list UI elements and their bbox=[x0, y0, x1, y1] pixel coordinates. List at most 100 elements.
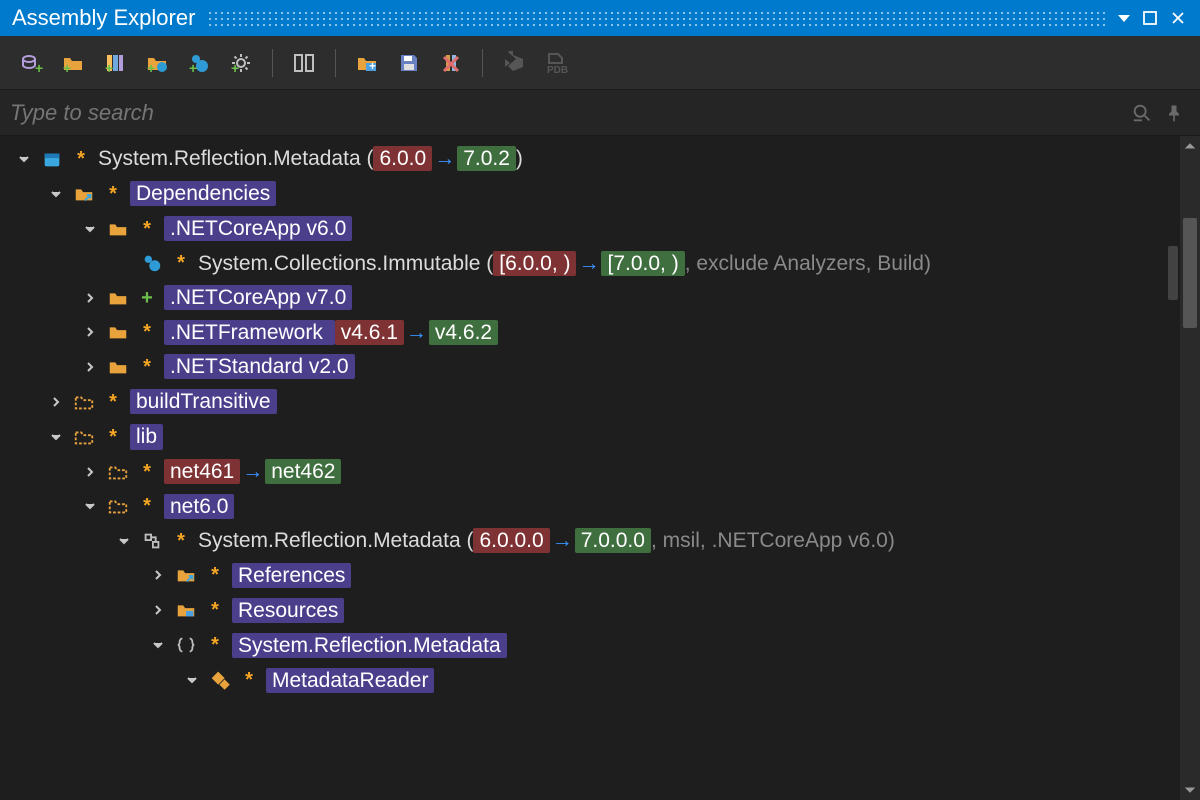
vertical-scrollbar[interactable] bbox=[1180, 136, 1200, 800]
search-input[interactable] bbox=[10, 100, 1126, 126]
tree-row-dependencies[interactable]: * Dependencies bbox=[4, 176, 1200, 211]
modified-mark-icon: * bbox=[138, 461, 156, 483]
modified-mark-icon: * bbox=[104, 183, 122, 205]
open-package-stack-button[interactable]: + bbox=[98, 46, 132, 80]
chevron-down-icon[interactable] bbox=[82, 498, 98, 514]
chevron-right-icon[interactable] bbox=[82, 464, 98, 480]
tree-row-metadatareader[interactable]: * MetadataReader bbox=[4, 663, 1200, 698]
folder-icon bbox=[106, 217, 130, 241]
svg-text:+: + bbox=[35, 60, 43, 75]
tree-row-net461[interactable]: * net461→net462 bbox=[4, 455, 1200, 489]
tree-row-assembly[interactable]: * System.Reflection.Metadata (6.0.0.0→7.… bbox=[4, 524, 1200, 558]
svg-text:+: + bbox=[105, 60, 113, 75]
modified-mark-icon: * bbox=[172, 530, 190, 552]
scroll-down-button[interactable] bbox=[1180, 780, 1200, 800]
window-menu-dropdown-icon[interactable] bbox=[1118, 15, 1130, 22]
chevron-down-icon[interactable] bbox=[16, 151, 32, 167]
folder-link-icon bbox=[174, 563, 198, 587]
titlebar-grip[interactable] bbox=[207, 10, 1106, 26]
modified-mark-icon: * bbox=[240, 669, 258, 691]
tree-row-lib[interactable]: * lib bbox=[4, 419, 1200, 454]
tree-row-root[interactable]: * System.Reflection.Metadata (6.0.0→7.0.… bbox=[4, 142, 1200, 176]
maximize-button[interactable] bbox=[1136, 4, 1164, 32]
toolbar-separator bbox=[482, 49, 483, 77]
add-to-folder-button[interactable]: + bbox=[350, 46, 384, 80]
chevron-right-icon[interactable] bbox=[150, 602, 166, 618]
toolbar-separator bbox=[335, 49, 336, 77]
node-label: buildTransitive bbox=[130, 389, 277, 414]
open-nuget-button[interactable]: + bbox=[182, 46, 216, 80]
tree-row-resources[interactable]: * Resources bbox=[4, 593, 1200, 628]
search-options-icon[interactable] bbox=[1126, 97, 1158, 129]
tree-row-net6[interactable]: * net6.0 bbox=[4, 489, 1200, 524]
folder-outline-icon bbox=[106, 494, 130, 518]
tree-row-netcore6[interactable]: * .NETCoreApp v6.0 bbox=[4, 211, 1200, 246]
node-label: .NETStandard v2.0 bbox=[164, 354, 355, 379]
open-from-web-button[interactable]: + bbox=[140, 46, 174, 80]
tree-row-netframework[interactable]: * .NETFramework v4.6.1→v4.6.2 bbox=[4, 315, 1200, 349]
tree-row-immutable-dep[interactable]: * System.Collections.Immutable ([6.0.0, … bbox=[4, 246, 1200, 280]
pin-icon[interactable] bbox=[1158, 97, 1190, 129]
chevron-down-icon[interactable] bbox=[48, 429, 64, 445]
svg-text:PDB: PDB bbox=[547, 65, 568, 75]
chevron-right-icon[interactable] bbox=[48, 394, 64, 410]
modified-mark-icon: * bbox=[138, 356, 156, 378]
nuget-icon bbox=[140, 251, 164, 275]
chevron-right-icon[interactable] bbox=[82, 324, 98, 340]
chevron-right-icon[interactable] bbox=[82, 359, 98, 375]
node-label: .NETCoreApp v6.0 bbox=[164, 216, 352, 241]
modified-mark-icon: * bbox=[138, 495, 156, 517]
minimap-indicator bbox=[1168, 246, 1178, 300]
close-button[interactable] bbox=[1164, 4, 1192, 32]
open-settings-button[interactable]: + bbox=[224, 46, 258, 80]
node-label: System.Collections.Immutable ([6.0.0, )→… bbox=[198, 252, 931, 275]
node-label: net6.0 bbox=[164, 494, 234, 519]
class-icon bbox=[208, 668, 232, 692]
open-class-button[interactable]: + bbox=[14, 46, 48, 80]
node-label: System.Reflection.Metadata (6.0.0.0→7.0.… bbox=[198, 529, 895, 552]
open-folder-button[interactable]: + bbox=[56, 46, 90, 80]
scrollbar-thumb[interactable] bbox=[1183, 218, 1197, 328]
node-label: Dependencies bbox=[130, 181, 276, 206]
compare-button[interactable] bbox=[287, 46, 321, 80]
modified-mark-icon: * bbox=[172, 252, 190, 274]
tree-row-namespace[interactable]: * System.Reflection.Metadata bbox=[4, 628, 1200, 663]
namespace-icon bbox=[174, 633, 198, 657]
modified-mark-icon: * bbox=[104, 391, 122, 413]
assembly-icon bbox=[140, 529, 164, 553]
tree-row-netstandard[interactable]: * .NETStandard v2.0 bbox=[4, 349, 1200, 384]
folder-outline-icon bbox=[106, 460, 130, 484]
chevron-right-icon[interactable] bbox=[82, 290, 98, 306]
chevron-down-icon[interactable] bbox=[48, 186, 64, 202]
node-label: References bbox=[232, 563, 351, 588]
modified-mark-icon: * bbox=[206, 634, 224, 656]
svg-text:+: + bbox=[231, 60, 239, 75]
svg-text:+: + bbox=[147, 60, 155, 75]
modified-mark-icon: * bbox=[72, 148, 90, 170]
remove-button[interactable] bbox=[434, 46, 468, 80]
save-button[interactable] bbox=[392, 46, 426, 80]
tree-row-netcore7[interactable]: + .NETCoreApp v7.0 bbox=[4, 280, 1200, 315]
chevron-down-icon[interactable] bbox=[150, 637, 166, 653]
chevron-down-icon[interactable] bbox=[116, 533, 132, 549]
folder-icon bbox=[106, 320, 130, 344]
scroll-up-button[interactable] bbox=[1180, 136, 1200, 156]
svg-text:+: + bbox=[63, 60, 71, 75]
chevron-down-icon[interactable] bbox=[184, 672, 200, 688]
node-label: MetadataReader bbox=[266, 668, 434, 693]
pdb-button[interactable]: PDB bbox=[539, 46, 573, 80]
chevron-right-icon[interactable] bbox=[150, 567, 166, 583]
visual-studio-button[interactable] bbox=[497, 46, 531, 80]
added-mark-icon: + bbox=[138, 287, 156, 309]
node-label: System.Reflection.Metadata (6.0.0→7.0.2) bbox=[98, 147, 523, 170]
modified-mark-icon: * bbox=[138, 321, 156, 343]
search-bar bbox=[0, 90, 1200, 136]
svg-text:+: + bbox=[189, 60, 197, 75]
tree-view[interactable]: * System.Reflection.Metadata (6.0.0→7.0.… bbox=[0, 136, 1200, 800]
tree-row-buildtransitive[interactable]: * buildTransitive bbox=[4, 384, 1200, 419]
node-label: net461→net462 bbox=[164, 460, 341, 483]
tree-row-references[interactable]: * References bbox=[4, 558, 1200, 593]
svg-text:+: + bbox=[369, 59, 376, 73]
modified-mark-icon: * bbox=[138, 218, 156, 240]
chevron-down-icon[interactable] bbox=[82, 221, 98, 237]
